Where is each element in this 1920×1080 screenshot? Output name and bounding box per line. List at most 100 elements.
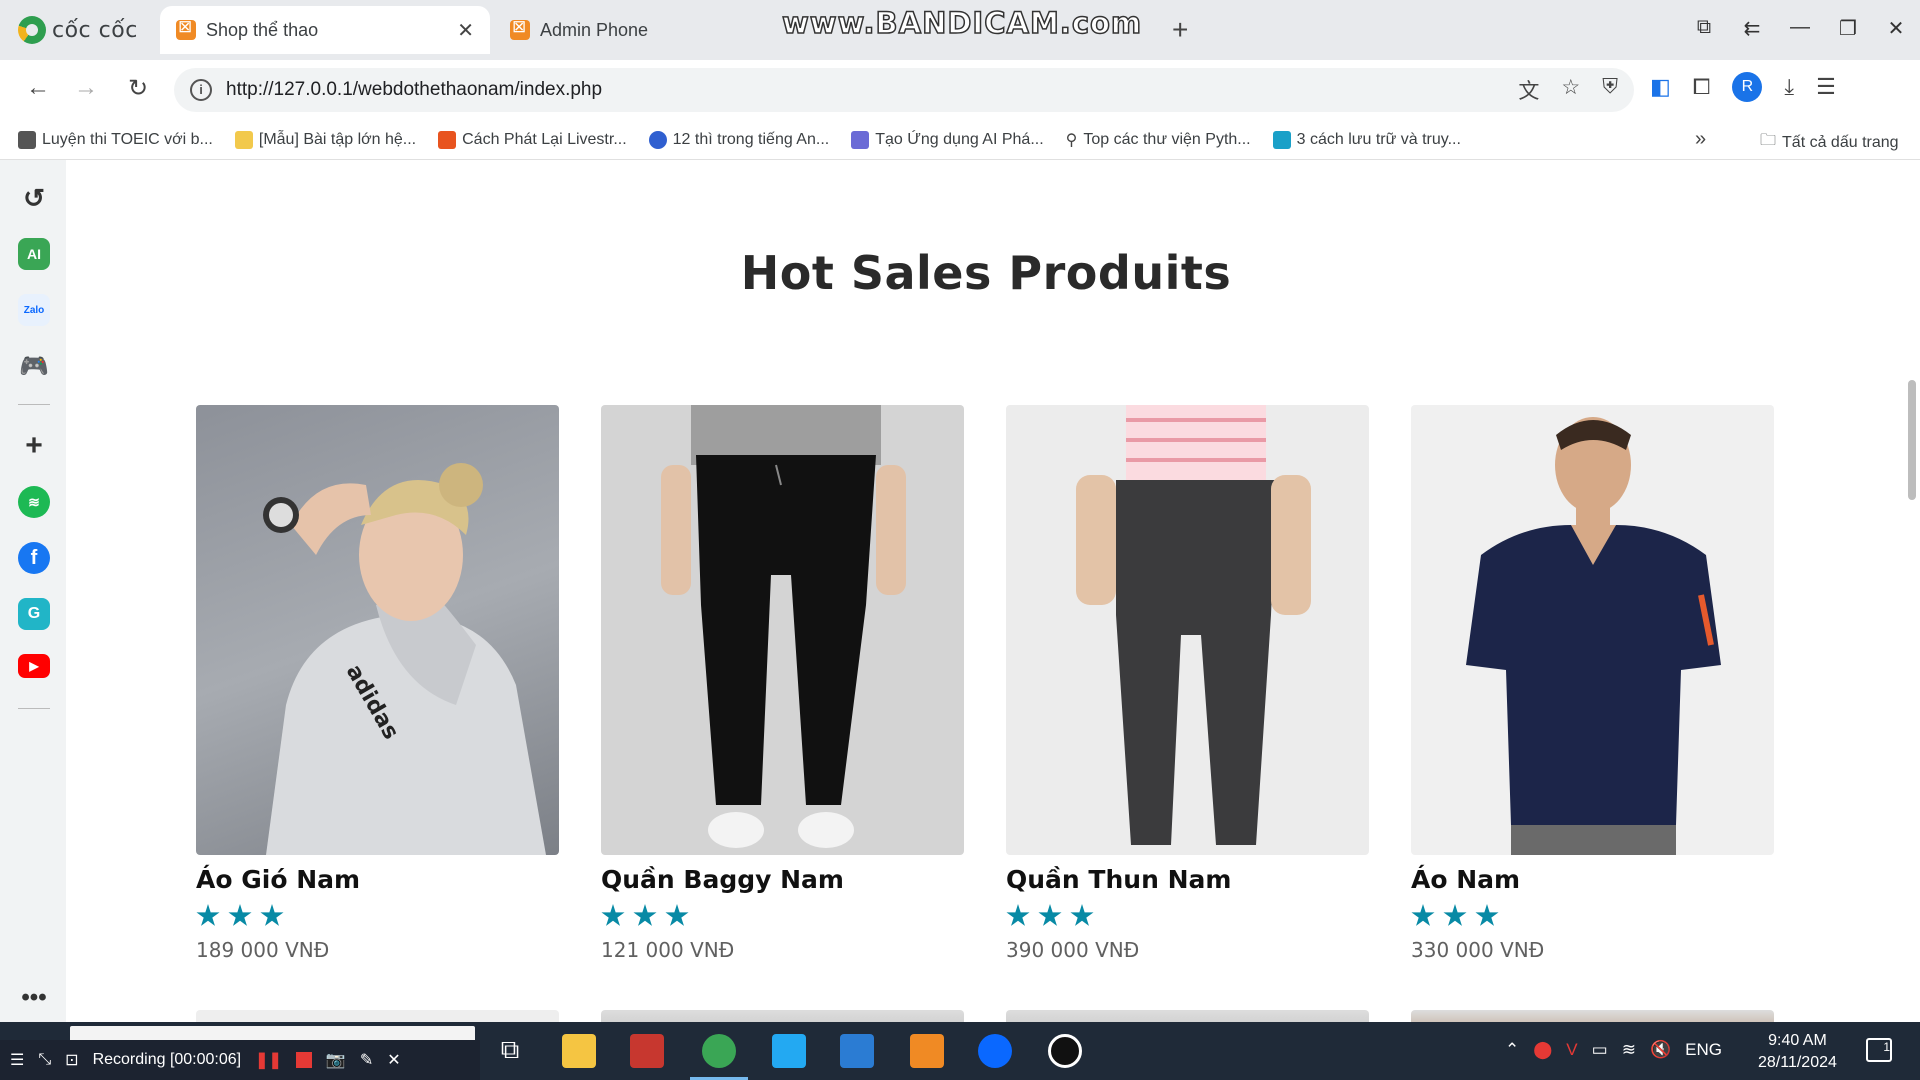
menu-icon[interactable]: ☰ <box>1816 74 1836 100</box>
bookmark-item[interactable]: 12 thì trong tiếng An... <box>648 130 829 149</box>
task-view-icon[interactable]: ⧉ <box>493 1034 527 1068</box>
product-image[interactable] <box>1006 405 1369 855</box>
browser-tabstrip: cốc cốc Shop thể thao ✕ Admin Phone www.… <box>0 0 1920 60</box>
minimize-icon[interactable]: — <box>1776 16 1824 41</box>
bookmark-item[interactable]: ⚲ Top các thư viện Pyth... <box>1066 130 1251 150</box>
extensions-icon[interactable]: ⧠ <box>1693 74 1711 100</box>
pause-icon[interactable]: ❚❚ <box>255 1050 282 1070</box>
browser-sidebar: ↺ AI Zalo 🎮 + ≋ f G ▶ ••• <box>0 160 66 1022</box>
adblock-shield-icon[interactable]: ⛨ <box>1602 75 1618 105</box>
camera-icon[interactable]: 📷 <box>326 1050 346 1070</box>
recording-label: Recording [00:00:06] <box>92 1051 242 1068</box>
product-card[interactable]: adidas Áo Gió Nam 189 000 VNĐ <box>196 405 559 962</box>
bandicam-record-icon[interactable] <box>1048 1034 1082 1068</box>
close-window-icon[interactable]: ✕ <box>1872 16 1920 41</box>
tab-admin-phone[interactable]: Admin Phone <box>494 6 794 54</box>
tab-close-icon[interactable]: ✕ <box>457 18 474 43</box>
bookmark-item[interactable]: [Mẫu] Bài tập lớn hệ... <box>234 130 416 149</box>
volume-muted-icon[interactable]: 🔇 <box>1650 1040 1671 1060</box>
next-row-product-image[interactable] <box>1411 1010 1774 1022</box>
product-card[interactable]: Áo Nam 330 000 VNĐ <box>1411 405 1774 962</box>
next-row-product-image[interactable] <box>1006 1010 1369 1022</box>
wifi-icon[interactable]: ≋ <box>1622 1040 1636 1060</box>
back-icon[interactable]: ← <box>22 74 54 102</box>
bookmark-item[interactable]: Luyện thi TOEIC với b... <box>18 130 213 149</box>
browser-brand[interactable]: cốc cốc <box>18 14 138 46</box>
more-icon[interactable]: ••• <box>18 982 50 1014</box>
sidebar-divider <box>18 404 50 405</box>
product-image[interactable]: adidas <box>196 405 559 855</box>
next-row-product-image[interactable] <box>196 1010 559 1022</box>
screenshot-icon[interactable]: ⧉ <box>1680 16 1728 41</box>
close-recording-icon[interactable]: ✕ <box>387 1050 400 1070</box>
battery-icon[interactable]: ▭ <box>1592 1040 1608 1060</box>
bookmark-star-icon[interactable]: ☆ <box>1561 75 1580 105</box>
history-icon[interactable]: ↺ <box>18 182 50 214</box>
add-icon[interactable]: + <box>18 429 50 462</box>
bookmark-label: Cách Phát Lại Livestr... <box>462 130 627 148</box>
back-arrow-icon[interactable]: ⇇ <box>1728 16 1776 41</box>
product-photo-grey-trousers <box>1076 405 1311 845</box>
stop-icon[interactable] <box>295 1052 312 1068</box>
download-icon[interactable]: ⤓ <box>1784 74 1794 100</box>
product-name[interactable]: Áo Gió Nam <box>196 865 559 894</box>
restore-icon[interactable]: ❐ <box>1824 16 1872 41</box>
bookmark-item[interactable]: 3 cách lưu trữ và truy... <box>1272 130 1461 149</box>
bookmark-favicon-icon <box>851 130 870 149</box>
coccoc-taskbar-icon[interactable] <box>690 1034 748 1080</box>
star-icon <box>601 904 625 926</box>
page-scrollbar[interactable] <box>1908 380 1916 500</box>
site-info-icon[interactable]: i <box>190 79 212 101</box>
forward-icon[interactable]: → <box>70 74 102 102</box>
app-icon[interactable] <box>630 1034 664 1068</box>
more-bookmarks-icon[interactable]: » <box>1695 128 1706 151</box>
xampp-icon[interactable] <box>910 1034 944 1068</box>
product-photo-navy-polo <box>1466 417 1721 855</box>
product-name[interactable]: Áo Nam <box>1411 865 1774 894</box>
vscode-icon[interactable] <box>772 1034 806 1068</box>
spotify-icon[interactable]: ≋ <box>18 486 50 518</box>
new-tab-icon[interactable]: + <box>1172 14 1188 46</box>
tab-shop-the-thao[interactable]: Shop thể thao ✕ <box>160 6 490 54</box>
youtube-icon[interactable]: ▶ <box>18 654 50 678</box>
product-name[interactable]: Quần Thun Nam <box>1006 865 1369 894</box>
language-indicator[interactable]: ENG <box>1685 1040 1722 1060</box>
product-name[interactable]: Quần Baggy Nam <box>601 865 964 894</box>
bookmark-item[interactable]: Cách Phát Lại Livestr... <box>438 130 627 149</box>
record-status-icon[interactable]: ⬤ <box>1533 1040 1552 1060</box>
profile-avatar[interactable]: R <box>1732 72 1763 102</box>
bookmark-favicon-icon <box>648 130 667 149</box>
antivirus-icon[interactable]: V <box>1566 1040 1577 1060</box>
zalo-icon[interactable]: Zalo <box>18 294 50 326</box>
window-controls: ⧉ ⇇ — ❐ ✕ <box>1680 16 1920 41</box>
product-card[interactable]: Quần Thun Nam 390 000 VNĐ <box>1006 405 1369 962</box>
region-icon[interactable]: ⊡ <box>65 1050 78 1070</box>
notification-center-icon[interactable]: 1 <box>1866 1038 1892 1062</box>
next-row-product-image[interactable] <box>601 1010 964 1022</box>
browser-toolbar: ← → ↻ i http://127.0.0.1/webdothethaonam… <box>0 60 1920 120</box>
grammarly-icon[interactable]: G <box>18 598 50 630</box>
chevron-up-icon[interactable]: ⌃ <box>1505 1040 1519 1060</box>
pen-icon[interactable]: ✎ <box>360 1050 373 1070</box>
game-controller-icon[interactable]: 🎮 <box>18 350 50 382</box>
collapse-icon[interactable]: ⤡ <box>38 1051 51 1069</box>
ai-chat-icon[interactable]: AI <box>18 238 50 270</box>
address-bar[interactable]: i http://127.0.0.1/webdothethaonam/index… <box>174 68 1634 112</box>
clock[interactable]: 9:40 AM 28/11/2024 <box>1758 1030 1837 1074</box>
url-text[interactable]: http://127.0.0.1/webdothethaonam/index.p… <box>226 79 1518 101</box>
google-translate-icon[interactable]: ◧ <box>1650 74 1671 100</box>
star-icon <box>665 904 689 926</box>
translate-icon[interactable]: 文 <box>1518 75 1539 105</box>
file-explorer-icon[interactable] <box>562 1034 596 1068</box>
star-icon <box>1475 904 1499 926</box>
facebook-icon[interactable]: f <box>18 542 50 574</box>
microsoft-store-icon[interactable] <box>840 1034 874 1068</box>
product-card[interactable]: Quần Baggy Nam 121 000 VNĐ <box>601 405 964 962</box>
product-image[interactable] <box>1411 405 1774 855</box>
zalo-taskbar-icon[interactable] <box>978 1034 1012 1068</box>
menu-icon[interactable]: ☰ <box>10 1050 24 1070</box>
all-bookmarks[interactable]: 🗀 Tất cả dấu trang <box>1760 129 1899 156</box>
bookmark-item[interactable]: Tạo Ứng dụng AI Phá... <box>851 130 1044 149</box>
reload-icon[interactable]: ↻ <box>122 74 154 103</box>
product-image[interactable] <box>601 405 964 855</box>
